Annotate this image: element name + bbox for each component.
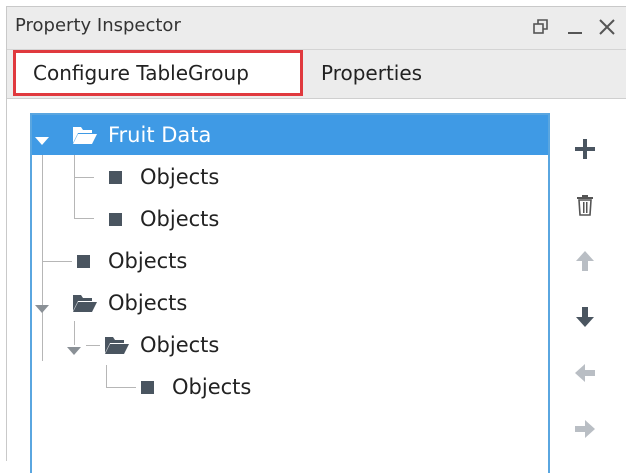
add-icon <box>574 138 596 164</box>
panel-title: Property Inspector <box>15 15 181 36</box>
object-icon <box>109 171 122 184</box>
object-icon <box>77 255 90 268</box>
move-left-icon <box>574 363 596 387</box>
close-icon[interactable] <box>595 14 619 40</box>
move-down-icon <box>575 306 595 332</box>
object-icon <box>109 213 122 226</box>
move-up-icon <box>575 250 595 276</box>
expand-arrow-icon[interactable] <box>34 128 50 152</box>
folder-open-icon <box>72 292 98 319</box>
tree-node-label: Objects <box>140 165 220 189</box>
expand-arrow-icon[interactable] <box>34 296 50 320</box>
tree-toolbar <box>567 121 607 441</box>
float-window-icon[interactable] <box>529 14 553 40</box>
move-down-button[interactable] <box>567 301 603 337</box>
expand-arrow-icon[interactable] <box>66 338 82 362</box>
tree-node-label: Objects <box>108 291 188 315</box>
tab-label: Properties <box>321 61 423 85</box>
move-up-button[interactable] <box>567 245 603 281</box>
delete-button[interactable] <box>567 189 603 225</box>
tab-bar: Configure TableGroup Properties <box>7 50 626 99</box>
tab-properties[interactable]: Properties <box>309 50 469 96</box>
move-left-button[interactable] <box>567 357 603 393</box>
folder-open-icon <box>104 334 130 361</box>
configure-content: Fruit Data Objects Objects Objects Objec… <box>7 99 626 473</box>
object-icon <box>141 381 154 394</box>
add-button[interactable] <box>567 133 603 169</box>
tab-label: Configure TableGroup <box>33 61 249 85</box>
property-inspector-panel: Property Inspector Configure TableGroup … <box>6 6 626 473</box>
tree-node-fruit-data[interactable]: Fruit Data <box>32 115 548 155</box>
tree-node-label: Objects <box>140 333 220 357</box>
title-bar: Property Inspector <box>7 7 626 50</box>
tree-node-label: Fruit Data <box>108 123 212 147</box>
minimize-icon[interactable] <box>563 14 587 40</box>
tree-node-label: Objects <box>140 207 220 231</box>
delete-icon <box>575 194 595 220</box>
move-right-icon <box>574 419 596 443</box>
tab-configure-tablegroup[interactable]: Configure TableGroup <box>13 50 303 96</box>
tree-view[interactable]: Fruit Data Objects Objects Objects Objec… <box>30 113 550 473</box>
folder-open-icon <box>72 124 98 151</box>
tree-node-label: Objects <box>172 375 252 399</box>
tree-node-label: Objects <box>108 249 188 273</box>
move-right-button[interactable] <box>567 413 603 449</box>
